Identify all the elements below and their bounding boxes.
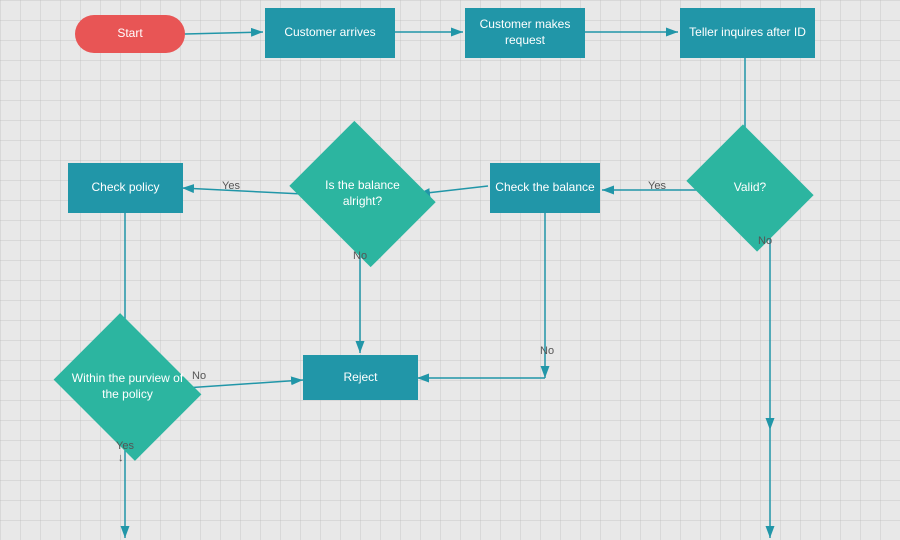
yes-label-1: Yes xyxy=(648,180,666,192)
valid-diamond: Valid? xyxy=(700,148,800,228)
no-label-2: No xyxy=(192,370,206,382)
no-label-3: No xyxy=(540,345,554,357)
start-node: Start xyxy=(75,15,185,53)
no-label-1: No xyxy=(353,250,367,262)
within-purview-diamond: Within the purview of the policy xyxy=(70,340,185,434)
customer-arrives-node: Customer arrives xyxy=(265,8,395,58)
teller-inquires-node: Teller inquires after ID xyxy=(680,8,815,58)
check-balance-node: Check the balance xyxy=(490,163,600,213)
flowchart: Start Customer arrives Customer makes re… xyxy=(0,0,900,540)
customer-request-node: Customer makes request xyxy=(465,8,585,58)
yes-label-2: Yes xyxy=(222,180,240,192)
down-arrow-label: ↓ xyxy=(118,452,124,464)
balance-alright-diamond: Is the balance alright? xyxy=(305,148,420,240)
no-label-4: No xyxy=(758,235,772,247)
reject-node: Reject xyxy=(303,355,418,400)
yes-label-3: Yes xyxy=(116,440,134,452)
check-policy-node: Check policy xyxy=(68,163,183,213)
